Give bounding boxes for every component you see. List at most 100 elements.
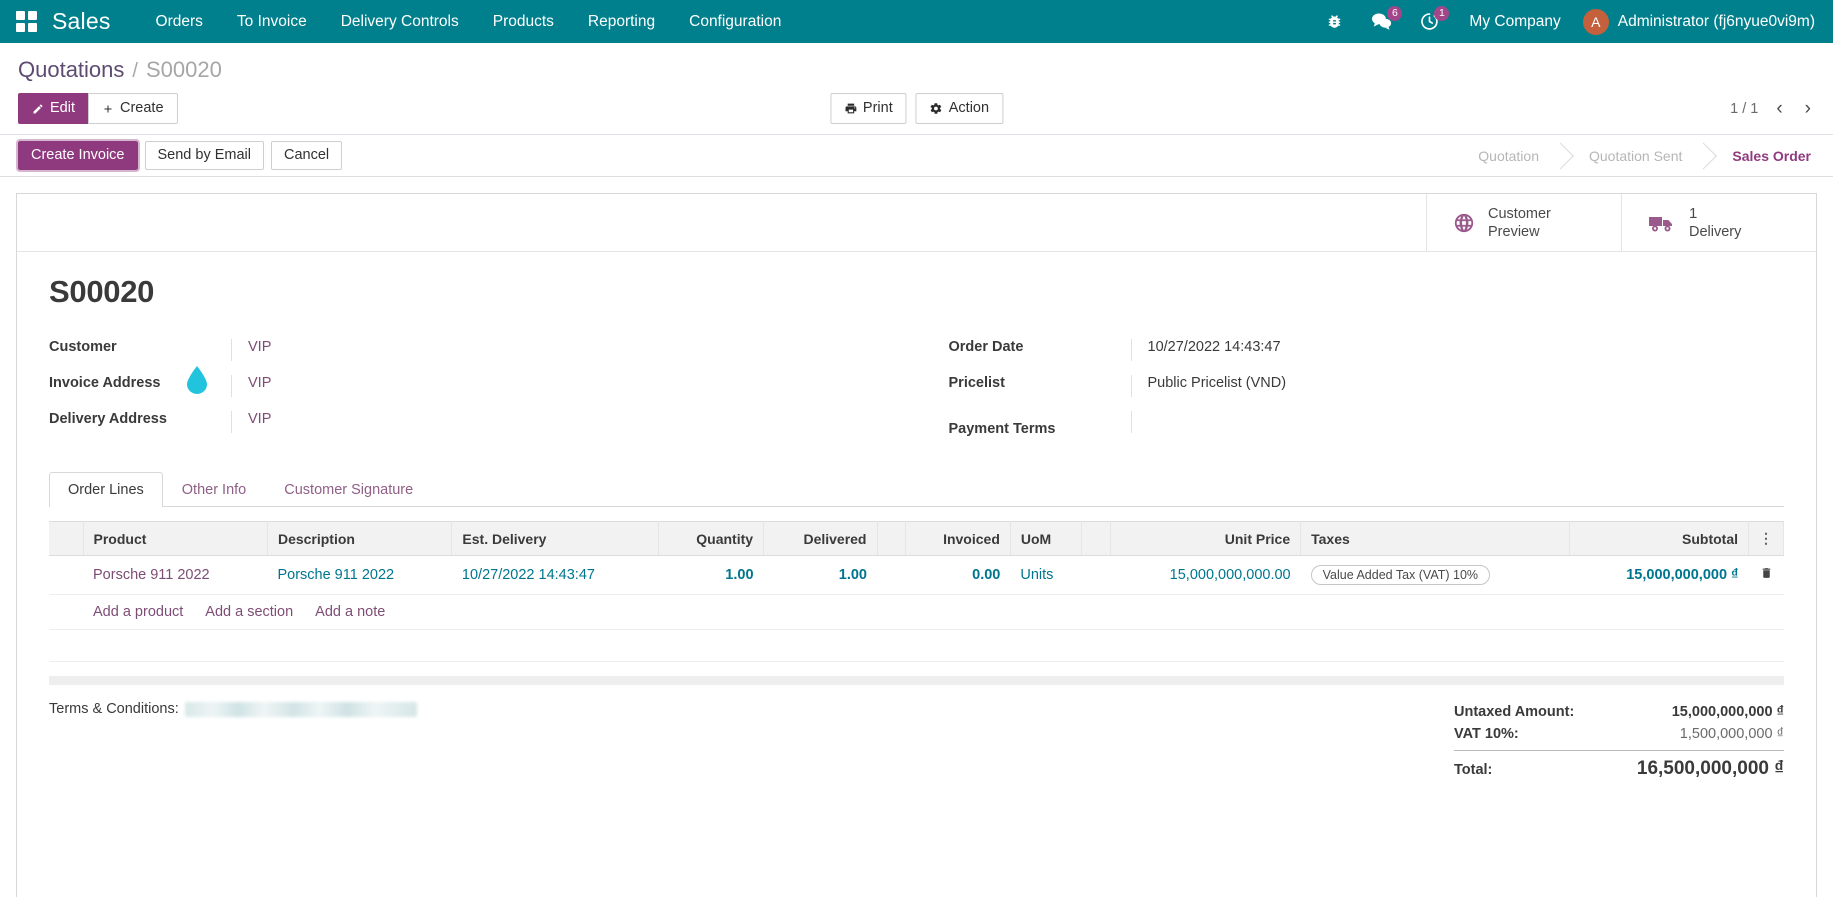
cell-description[interactable]: Porsche 911 2022	[267, 556, 451, 595]
menu-delivery-controls[interactable]: Delivery Controls	[324, 0, 476, 43]
stage-quotation[interactable]: Quotation	[1450, 140, 1561, 172]
terms-and-conditions: Terms & Conditions:	[49, 701, 417, 717]
cell-unit-price[interactable]: 15,000,000,000.00	[1110, 556, 1300, 595]
customer-preview-text: Customer Preview	[1488, 205, 1551, 241]
total-untaxed-amount: Untaxed Amount: 15,000,000,000 ₫	[1454, 701, 1784, 723]
notebook-tabs: Order Lines Other Info Customer Signatur…	[49, 472, 1784, 507]
cell-invoiced[interactable]: 0.00	[905, 556, 1010, 595]
top-navbar: Sales Orders To Invoice Delivery Control…	[0, 0, 1833, 43]
messages-button[interactable]: 6	[1359, 0, 1404, 43]
form-left-column: Customer VIP Invoice Address VIP Deliver…	[49, 336, 885, 444]
add-links-group: Add a product Add a section Add a note	[93, 604, 1774, 620]
row-delete-button[interactable]	[1749, 556, 1784, 595]
truck-icon	[1648, 212, 1676, 234]
row-drag-handle[interactable]	[49, 556, 83, 595]
add-a-product-link[interactable]: Add a product	[93, 604, 183, 620]
breadcrumb-quotations[interactable]: Quotations	[18, 57, 124, 83]
col-description[interactable]: Description	[267, 522, 451, 556]
navbar-right-section: 6 1 My Company A Administrator (fj6nyue0…	[1314, 0, 1833, 43]
field-order-date-value[interactable]: 10/27/2022 14:43:47	[1131, 339, 1785, 361]
customer-preview-line1: Customer	[1488, 205, 1551, 223]
tab-customer-signature[interactable]: Customer Signature	[265, 472, 432, 507]
field-invoice-address-value[interactable]: VIP	[231, 375, 885, 397]
field-pricelist-value[interactable]: Public Pricelist (VND)	[1131, 375, 1785, 397]
app-brand-sales[interactable]: Sales	[52, 8, 139, 35]
field-delivery-address-label: Delivery Address	[49, 411, 231, 427]
company-switcher[interactable]: My Company	[1455, 13, 1578, 31]
cell-spacer-2	[1082, 556, 1110, 595]
field-customer-value[interactable]: VIP	[231, 339, 885, 361]
add-line-row: Add a product Add a section Add a note	[49, 595, 1784, 630]
cell-quantity[interactable]: 1.00	[659, 556, 764, 595]
user-menu[interactable]: A Administrator (fj6nyue0vi9m)	[1583, 9, 1821, 35]
apps-menu-button[interactable]	[0, 0, 52, 43]
create-button[interactable]: Create	[88, 93, 178, 124]
smart-buttons-bar: Customer Preview 1 D	[17, 194, 1816, 252]
trash-icon	[1760, 566, 1773, 580]
edit-button[interactable]: Edit	[18, 93, 89, 124]
col-drag-handle	[49, 522, 83, 556]
sheet-footer: Terms & Conditions: Untaxed Amount: 15,0…	[49, 685, 1784, 783]
statusbar-stages: Quotation Quotation Sent Sales Order	[1450, 140, 1833, 172]
field-payment-terms-label: Payment Terms	[949, 421, 1131, 437]
cell-product[interactable]: Porsche 911 2022	[83, 556, 267, 595]
col-spacer-2	[1082, 522, 1110, 556]
col-invoiced[interactable]: Invoiced	[905, 522, 1010, 556]
col-quantity[interactable]: Quantity	[659, 522, 764, 556]
col-product[interactable]: Product	[83, 522, 267, 556]
pencil-icon	[32, 103, 44, 115]
print-button-label: Print	[863, 99, 893, 118]
print-button[interactable]: Print	[830, 93, 907, 124]
col-taxes[interactable]: Taxes	[1301, 522, 1570, 556]
stage-quotation-sent[interactable]: Quotation Sent	[1561, 140, 1704, 172]
menu-products[interactable]: Products	[476, 0, 571, 43]
field-payment-terms-value[interactable]	[1131, 411, 1785, 433]
terms-redacted-link[interactable]	[185, 702, 417, 717]
terms-label: Terms & Conditions:	[49, 701, 179, 717]
sheet-body: S00020 Customer VIP Invoice Address VIP …	[17, 252, 1816, 783]
menu-configuration[interactable]: Configuration	[672, 0, 798, 43]
tab-other-info[interactable]: Other Info	[163, 472, 265, 507]
delivery-smart-button[interactable]: 1 Delivery	[1621, 194, 1816, 251]
col-subtotal[interactable]: Subtotal	[1570, 522, 1749, 556]
menu-orders[interactable]: Orders	[139, 0, 220, 43]
create-invoice-button[interactable]: Create Invoice	[18, 141, 138, 170]
field-pricelist: Pricelist Public Pricelist (VND)	[949, 372, 1785, 408]
cell-uom[interactable]: Units	[1010, 556, 1082, 595]
debug-menu-button[interactable]	[1314, 0, 1355, 43]
col-est-delivery[interactable]: Est. Delivery	[452, 522, 659, 556]
add-a-section-link[interactable]: Add a section	[205, 604, 293, 620]
cell-taxes[interactable]: Value Added Tax (VAT) 10%	[1301, 556, 1570, 595]
activities-button[interactable]: 1	[1408, 0, 1451, 43]
record-actions-group: Edit Create	[18, 93, 178, 124]
edit-button-label: Edit	[50, 99, 75, 118]
customer-preview-button[interactable]: Customer Preview	[1426, 194, 1621, 251]
printer-icon	[844, 102, 857, 115]
field-invoice-address-label: Invoice Address	[49, 375, 231, 391]
pager-next-button[interactable]: ›	[1801, 99, 1815, 118]
field-delivery-address: Delivery Address VIP	[49, 408, 885, 444]
pager-previous-button[interactable]: ‹	[1772, 99, 1786, 118]
menu-to-invoice[interactable]: To Invoice	[220, 0, 324, 43]
menu-reporting[interactable]: Reporting	[571, 0, 672, 43]
stage-sales-order[interactable]: Sales Order	[1704, 140, 1833, 172]
col-delivered[interactable]: Delivered	[764, 522, 877, 556]
add-a-note-link[interactable]: Add a note	[315, 604, 385, 620]
action-button[interactable]: Action	[916, 93, 1003, 124]
col-unit-price[interactable]: Unit Price	[1110, 522, 1300, 556]
page-title: S00020	[49, 274, 1784, 310]
workflow-buttons: Create Invoice Send by Email Cancel	[18, 141, 342, 170]
notebook: Order Lines Other Info Customer Signatur…	[49, 472, 1784, 783]
field-order-date-label: Order Date	[949, 339, 1131, 355]
optional-columns-toggle[interactable]: ⋮	[1749, 522, 1784, 556]
cell-est-delivery[interactable]: 10/27/2022 14:43:47	[452, 556, 659, 595]
field-delivery-address-value[interactable]: VIP	[231, 411, 885, 433]
cancel-button[interactable]: Cancel	[271, 141, 342, 170]
tab-order-lines[interactable]: Order Lines	[49, 472, 163, 507]
add-line-cell: Add a product Add a section Add a note	[83, 595, 1784, 630]
send-by-email-button[interactable]: Send by Email	[145, 141, 265, 170]
col-uom[interactable]: UoM	[1010, 522, 1082, 556]
table-row[interactable]: Porsche 911 2022 Porsche 911 2022 10/27/…	[49, 556, 1784, 595]
cell-delivered[interactable]: 1.00	[764, 556, 877, 595]
control-panel: Quotations / S00020 Edit Create Print Ac…	[0, 43, 1833, 135]
